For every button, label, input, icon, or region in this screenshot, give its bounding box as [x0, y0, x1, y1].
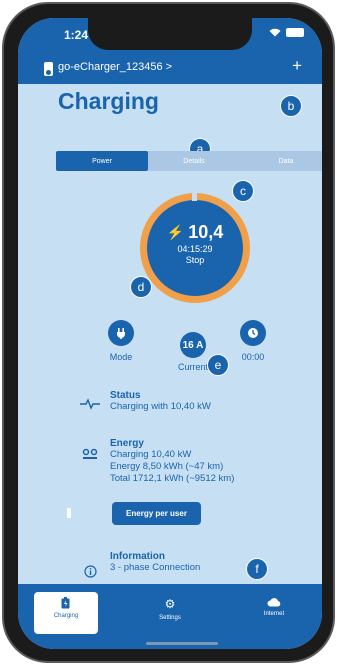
status-time: 1:24: [64, 28, 89, 42]
side-mark: [67, 508, 71, 518]
marker-e: e: [207, 354, 229, 376]
status-section: Status Charging with 10,40 kW: [110, 390, 211, 413]
power-readout: ⚡ 10,4: [147, 222, 243, 243]
nav-charging-label: Charging: [53, 613, 79, 619]
bottom-navigation: Charging ⚙ Settings Internet: [18, 584, 322, 649]
marker-f: f: [246, 558, 268, 580]
marker-b: b: [280, 95, 302, 117]
device-selector[interactable]: go-eCharger_123456 >: [58, 61, 172, 73]
energy-per-user-button[interactable]: Energy per user: [112, 502, 201, 525]
current-button[interactable]: 16 A: [180, 332, 206, 358]
app-screen: 1:24 go-eCharger_123456 > + Charging b a…: [18, 18, 322, 649]
wifi-icon: [269, 28, 281, 37]
status-title: Status: [110, 390, 141, 401]
power-value: 10,4: [188, 222, 224, 242]
cloud-icon: [267, 598, 281, 607]
information-text: 3 - phase Connection: [110, 562, 201, 573]
phone-frame: 1:24 go-eCharger_123456 > + Charging b a…: [2, 2, 335, 663]
stop-button[interactable]: Stop: [147, 255, 243, 265]
energy-line: Energy 8,50 kWh (~47 km): [110, 461, 224, 472]
energy-line: Charging 10,40 kW: [110, 449, 192, 460]
plug-icon: [117, 328, 125, 339]
add-device-button[interactable]: +: [292, 56, 302, 76]
battery-icon: [286, 28, 304, 37]
gauge-gap: [192, 192, 197, 201]
tab-data[interactable]: Data: [240, 151, 322, 171]
marker-c: c: [232, 180, 254, 202]
gear-icon: ⚙: [164, 597, 176, 611]
home-indicator[interactable]: [146, 642, 218, 645]
charge-duration: 04:15:29: [177, 244, 213, 254]
info-icon: [84, 565, 97, 578]
lightning-bolt-icon: ⚡: [166, 224, 185, 240]
energy-section: Energy Charging 10,40 kW Energy 8,50 kWh…: [110, 438, 234, 485]
nav-charging[interactable]: Charging: [34, 592, 98, 634]
clock-icon: [248, 328, 258, 338]
nav-settings-label: Settings: [159, 615, 181, 621]
status-icons: [269, 28, 304, 37]
charging-icon: [61, 597, 70, 609]
tab-bar: Power Details Data: [56, 151, 322, 171]
mode-button[interactable]: [108, 320, 134, 346]
timer-button[interactable]: [240, 320, 266, 346]
app-header: go-eCharger_123456 > +: [18, 54, 322, 84]
nav-internet-label: Internet: [263, 611, 285, 617]
nav-internet[interactable]: Internet: [242, 592, 306, 634]
status-bar: 1:24: [18, 18, 322, 54]
nav-settings[interactable]: ⚙ Settings: [138, 592, 202, 634]
energy-meter-icon: [82, 448, 98, 459]
tab-details[interactable]: Details: [148, 151, 240, 171]
tab-power[interactable]: Power: [56, 151, 148, 171]
energy-title: Energy: [110, 438, 144, 449]
information-section: Information 3 - phase Connection: [110, 551, 200, 574]
charger-device-icon: [44, 62, 53, 76]
status-text: Charging with 10,40 kW: [110, 401, 211, 412]
marker-d: d: [130, 276, 152, 298]
information-title: Information: [110, 551, 165, 562]
energy-line: Total 1712,1 kWh (~9512 km): [110, 473, 235, 484]
pulse-icon: [80, 398, 100, 410]
page-title: Charging: [58, 88, 159, 114]
power-gauge[interactable]: ⚡ 10,4 04:15:29 Stop: [140, 192, 250, 303]
mode-label: Mode: [109, 352, 133, 362]
timer-label: 00:00: [241, 352, 265, 362]
notch: [88, 18, 252, 50]
